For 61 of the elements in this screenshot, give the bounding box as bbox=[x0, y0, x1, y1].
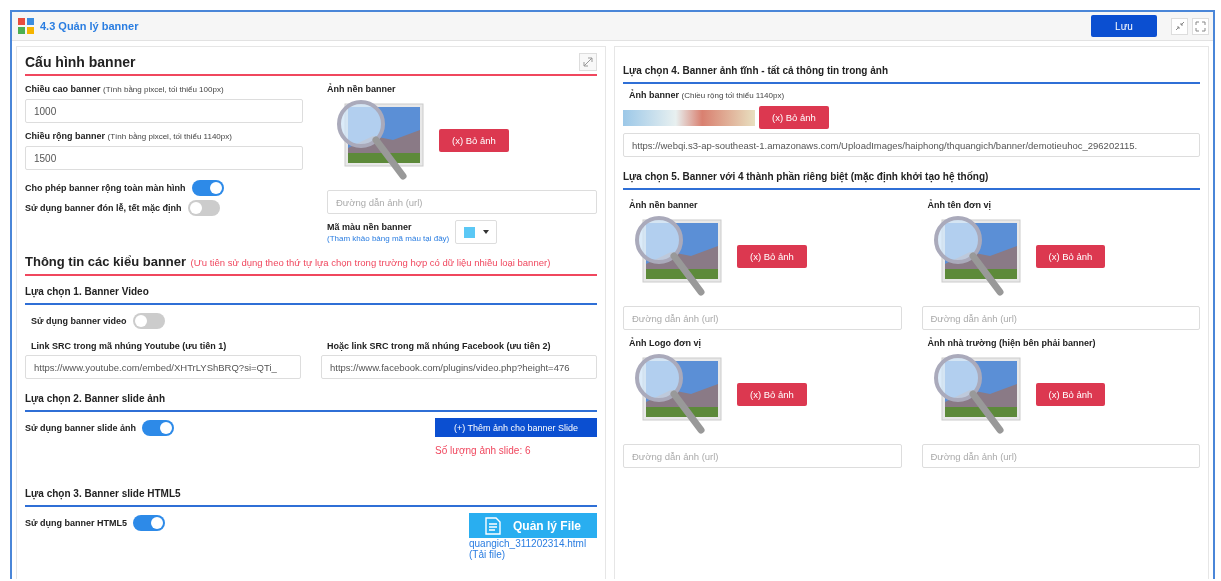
field-label: Ảnh nền banner bbox=[327, 84, 397, 94]
remove-image-button[interactable]: (x) Bỏ ảnh bbox=[1035, 244, 1106, 268]
field-label: Ảnh nền banner bbox=[628, 200, 699, 210]
field-label: Ảnh banner (Chiều rộng tối thiểu 1140px) bbox=[628, 90, 786, 100]
input-field[interactable]: 1500 bbox=[25, 146, 303, 170]
expand-button[interactable] bbox=[579, 53, 597, 71]
download-link[interactable]: (Tải file) bbox=[469, 549, 597, 560]
file-icon bbox=[485, 516, 501, 535]
field-label: Ảnh nhà trường (hiện bên phải banner) bbox=[926, 338, 1097, 348]
caret-icon bbox=[482, 230, 489, 234]
remove-image-button[interactable]: (x) Bỏ ảnh bbox=[439, 128, 509, 152]
slide-count: Số lượng ảnh slide: 6 bbox=[435, 445, 532, 456]
file-manager-button[interactable]: Quản lý File bbox=[469, 513, 597, 538]
field-label: Ảnh tên đơn vị bbox=[926, 200, 992, 210]
section-note: (Ưu tiên sử dụng theo thứ tự lựa chọn trong trường hợp có dữ liệu nhiều loại banner) bbox=[190, 257, 551, 268]
option-title: Lựa chọn 3. Banner slide HTML5 bbox=[25, 478, 597, 507]
add-slide-button[interactable]: (+) Thêm ảnh cho banner Slide bbox=[435, 418, 597, 437]
remove-image-button[interactable]: (x) Bỏ ảnh bbox=[1035, 382, 1106, 406]
color-table-link[interactable]: (Tham khảo bảng mã màu tại đây) bbox=[327, 233, 450, 243]
save-button[interactable]: Lưu bbox=[1091, 15, 1157, 37]
field-label: Ảnh Logo đơn vị bbox=[628, 338, 702, 348]
toggle-switch[interactable] bbox=[132, 313, 165, 329]
toggle-label: Cho phép banner rộng toàn màn hình bbox=[25, 183, 186, 193]
field-label: Mã màu nền banner bbox=[327, 221, 413, 232]
option-title: Lựa chọn 4. Banner ảnh tĩnh - tất cả thông tin trong ảnh bbox=[623, 55, 1200, 84]
window-title: 4.3 Quản lý banner bbox=[40, 20, 139, 32]
toggle-label: Sử dụng banner slide ảnh bbox=[25, 423, 137, 433]
field-label: Link SRC trong mã nhúng Youtube (ưu tiên 1) bbox=[30, 341, 228, 351]
collapse-icon bbox=[1174, 21, 1185, 31]
field-label: Chiều cao banner (Tính bằng pixcel, tối thiểu 100px) bbox=[25, 84, 225, 94]
expand-icon bbox=[583, 57, 593, 67]
color-picker[interactable] bbox=[455, 220, 498, 244]
file-link[interactable]: quangich_311202314.html bbox=[469, 538, 597, 549]
url-field[interactable]: Đường dẫn ảnh (url) bbox=[327, 190, 597, 214]
url-field[interactable]: Đường dẫn ảnh (url) bbox=[921, 444, 1200, 468]
toggle-switch[interactable] bbox=[191, 180, 224, 196]
toggle-label: Sử dụng banner HTML5 bbox=[25, 518, 127, 528]
remove-image-button[interactable]: (x) Bỏ ảnh bbox=[737, 382, 807, 406]
section-title: Thông tin các kiểu banner bbox=[25, 254, 187, 269]
toggle-label: Sử dụng banner video bbox=[31, 316, 127, 326]
input-field[interactable]: https://www.youtube.com/embed/XHTrLYShBRQ?si=QTi_ bbox=[25, 355, 301, 379]
toggle-switch[interactable] bbox=[133, 515, 165, 531]
input-field[interactable]: https://www.facebook.com/plugins/video.php?height=476 bbox=[321, 355, 597, 379]
field-label: Chiều rộng banner (Tính bằng pixcel, tối thiểu 1140px) bbox=[25, 131, 233, 141]
input-field[interactable]: 1000 bbox=[25, 99, 303, 123]
option-title: Lựa chọn 5. Banner với 4 thành phần riêng biệt (mặc định khởi tạo hệ thống) bbox=[623, 161, 1200, 190]
url-field[interactable]: Đường dẫn ảnh (url) bbox=[623, 306, 902, 330]
url-field[interactable]: https://webqi.s3-ap-southeast-1.amazonaws.com/UploadImages/haiphong/thquangich/banner/demotieuhoc_296202115. bbox=[623, 133, 1200, 157]
fullscreen-icon bbox=[1195, 20, 1206, 32]
url-field[interactable]: Đường dẫn ảnh (url) bbox=[921, 306, 1200, 330]
remove-image-button[interactable]: (x) Bỏ ảnh bbox=[759, 106, 829, 129]
grid-logo-icon bbox=[18, 18, 34, 34]
toggle-label: Sử dụng banner đón lễ, tết mặc định bbox=[25, 203, 182, 213]
option-title: Lựa chọn 1. Banner Video bbox=[25, 276, 597, 305]
field-label: Hoặc link SRC trong mã nhúng Facebook (ưu tiên 2) bbox=[326, 341, 552, 351]
remove-image-button[interactable]: (x) Bỏ ảnh bbox=[737, 244, 807, 268]
option-title: Lựa chọn 2. Banner slide ảnh bbox=[25, 383, 597, 412]
section-title: Cấu hình banner bbox=[25, 54, 136, 70]
toggle-switch[interactable] bbox=[142, 420, 175, 436]
toggle-switch[interactable] bbox=[187, 200, 220, 216]
url-field[interactable]: Đường dẫn ảnh (url) bbox=[623, 444, 902, 468]
